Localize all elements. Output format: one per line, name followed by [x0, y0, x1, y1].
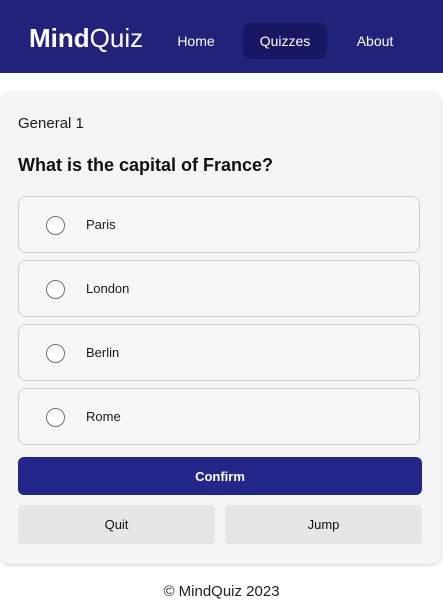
logo-light-text: Quiz [89, 23, 144, 53]
question-text: What is the capital of France? [18, 155, 274, 175]
nav-quizzes[interactable]: Quizzes [243, 23, 327, 59]
jump-button[interactable]: Jump [225, 505, 422, 544]
confirm-button[interactable]: Confirm [18, 457, 422, 495]
radio-button[interactable] [46, 280, 65, 299]
mindquiz-logo[interactable]: MindQuiz [29, 22, 143, 54]
answer-option-rome[interactable]: Rome [18, 388, 420, 445]
quit-button[interactable]: Quit [18, 505, 215, 544]
nav-about[interactable]: About [343, 23, 407, 59]
nav-home[interactable]: Home [164, 23, 228, 59]
answer-option-london[interactable]: London [18, 260, 420, 317]
answer-option-paris[interactable]: Paris [18, 196, 420, 253]
answer-label: London [86, 281, 130, 296]
answer-label: Rome [86, 409, 121, 424]
answer-option-berlin[interactable]: Berlin [18, 324, 420, 381]
logo-bold-text: Mind [29, 23, 90, 53]
top-navbar: MindQuiz Home Quizzes About [0, 0, 443, 73]
answer-label: Berlin [86, 345, 120, 360]
radio-button[interactable] [46, 344, 65, 363]
quiz-card: General 1 What is the capital of France?… [0, 93, 441, 564]
radio-button[interactable] [46, 408, 65, 427]
radio-button[interactable] [46, 216, 65, 235]
footer-copyright: © MindQuiz 2023 [163, 583, 280, 600]
quiz-category: General 1 [18, 115, 84, 132]
answer-label: Paris [86, 217, 116, 232]
